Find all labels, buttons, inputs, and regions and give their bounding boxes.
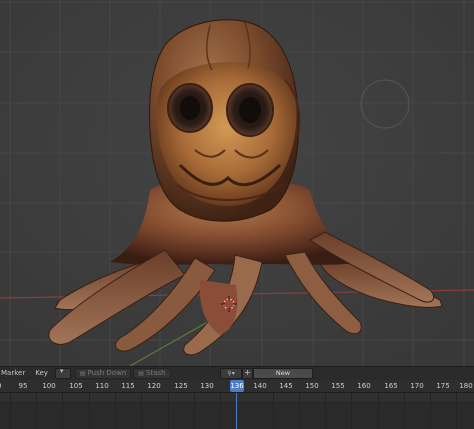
action-dropdown[interactable] [54, 367, 71, 379]
frame-grid-line [89, 393, 90, 429]
new-action-button[interactable]: New [253, 368, 313, 379]
frame-number: 130 [200, 382, 214, 390]
stash-button[interactable]: ▤ Stash [133, 368, 171, 379]
dopesheet-track-area[interactable] [0, 393, 474, 429]
frame-number: 165 [384, 382, 398, 390]
frame-grid-line [430, 393, 431, 429]
frame-grid-line [194, 393, 195, 429]
dopesheet-header: Marker Key ▤ Push Down ▤ Stash ⚲▾ + New [0, 366, 474, 381]
frame-grid-line [36, 393, 37, 429]
stash-label: Stash [145, 369, 166, 377]
frame-grid-line [115, 393, 116, 429]
frame-number: 125 [174, 382, 188, 390]
menu-marker[interactable]: Marker [0, 367, 30, 380]
frame-number: 150 [305, 382, 319, 390]
new-action-plus-icon[interactable]: + [242, 368, 253, 379]
frame-number: 145 [279, 382, 293, 390]
frame-ruler[interactable]: 90 95 100 105 110 115 120 125 130 135 14… [0, 380, 474, 393]
frame-number: 140 [253, 382, 267, 390]
frame-grid-line [299, 393, 300, 429]
summary-row [0, 393, 474, 401]
frame-number: 95 [18, 382, 28, 390]
frame-number: 160 [357, 382, 371, 390]
frame-number: 170 [410, 382, 424, 390]
frame-grid-line [351, 393, 352, 429]
action-browse-button[interactable]: ⚲▾ [220, 368, 242, 379]
blender-window: Marker Key ▤ Push Down ▤ Stash ⚲▾ + New … [0, 0, 474, 429]
menu-key[interactable]: Key [30, 367, 53, 380]
3d-viewport[interactable] [0, 0, 474, 366]
current-frame-indicator[interactable]: 136 [230, 380, 244, 392]
frame-number: 175 [436, 382, 450, 390]
frame-grid-line [62, 393, 63, 429]
push-down-icon: ▤ [79, 370, 86, 377]
frame-grid-line [378, 393, 379, 429]
frame-grid-line [404, 393, 405, 429]
frame-number: 155 [331, 382, 345, 390]
frame-grid-line [220, 393, 221, 429]
push-down-button[interactable]: ▤ Push Down [74, 368, 132, 379]
viewport-canvas[interactable] [0, 0, 474, 366]
frame-number: 110 [95, 382, 109, 390]
frame-number: 105 [69, 382, 83, 390]
frame-number: 90 [0, 381, 1, 391]
frame-grid-line [456, 393, 457, 429]
frame-grid-line [141, 393, 142, 429]
frame-grid-line [325, 393, 326, 429]
frame-grid-line [273, 393, 274, 429]
frame-number: 180 [459, 382, 473, 390]
frame-grid-line [168, 393, 169, 429]
frame-number: 120 [147, 382, 161, 390]
playhead-line[interactable] [236, 393, 237, 429]
frame-grid-line [10, 393, 11, 429]
push-down-label: Push Down [87, 369, 127, 377]
action-datablock: ⚲▾ + New [220, 368, 313, 379]
stash-icon: ▤ [138, 370, 144, 377]
frame-number: 100 [42, 382, 56, 390]
frame-number: 115 [121, 382, 135, 390]
